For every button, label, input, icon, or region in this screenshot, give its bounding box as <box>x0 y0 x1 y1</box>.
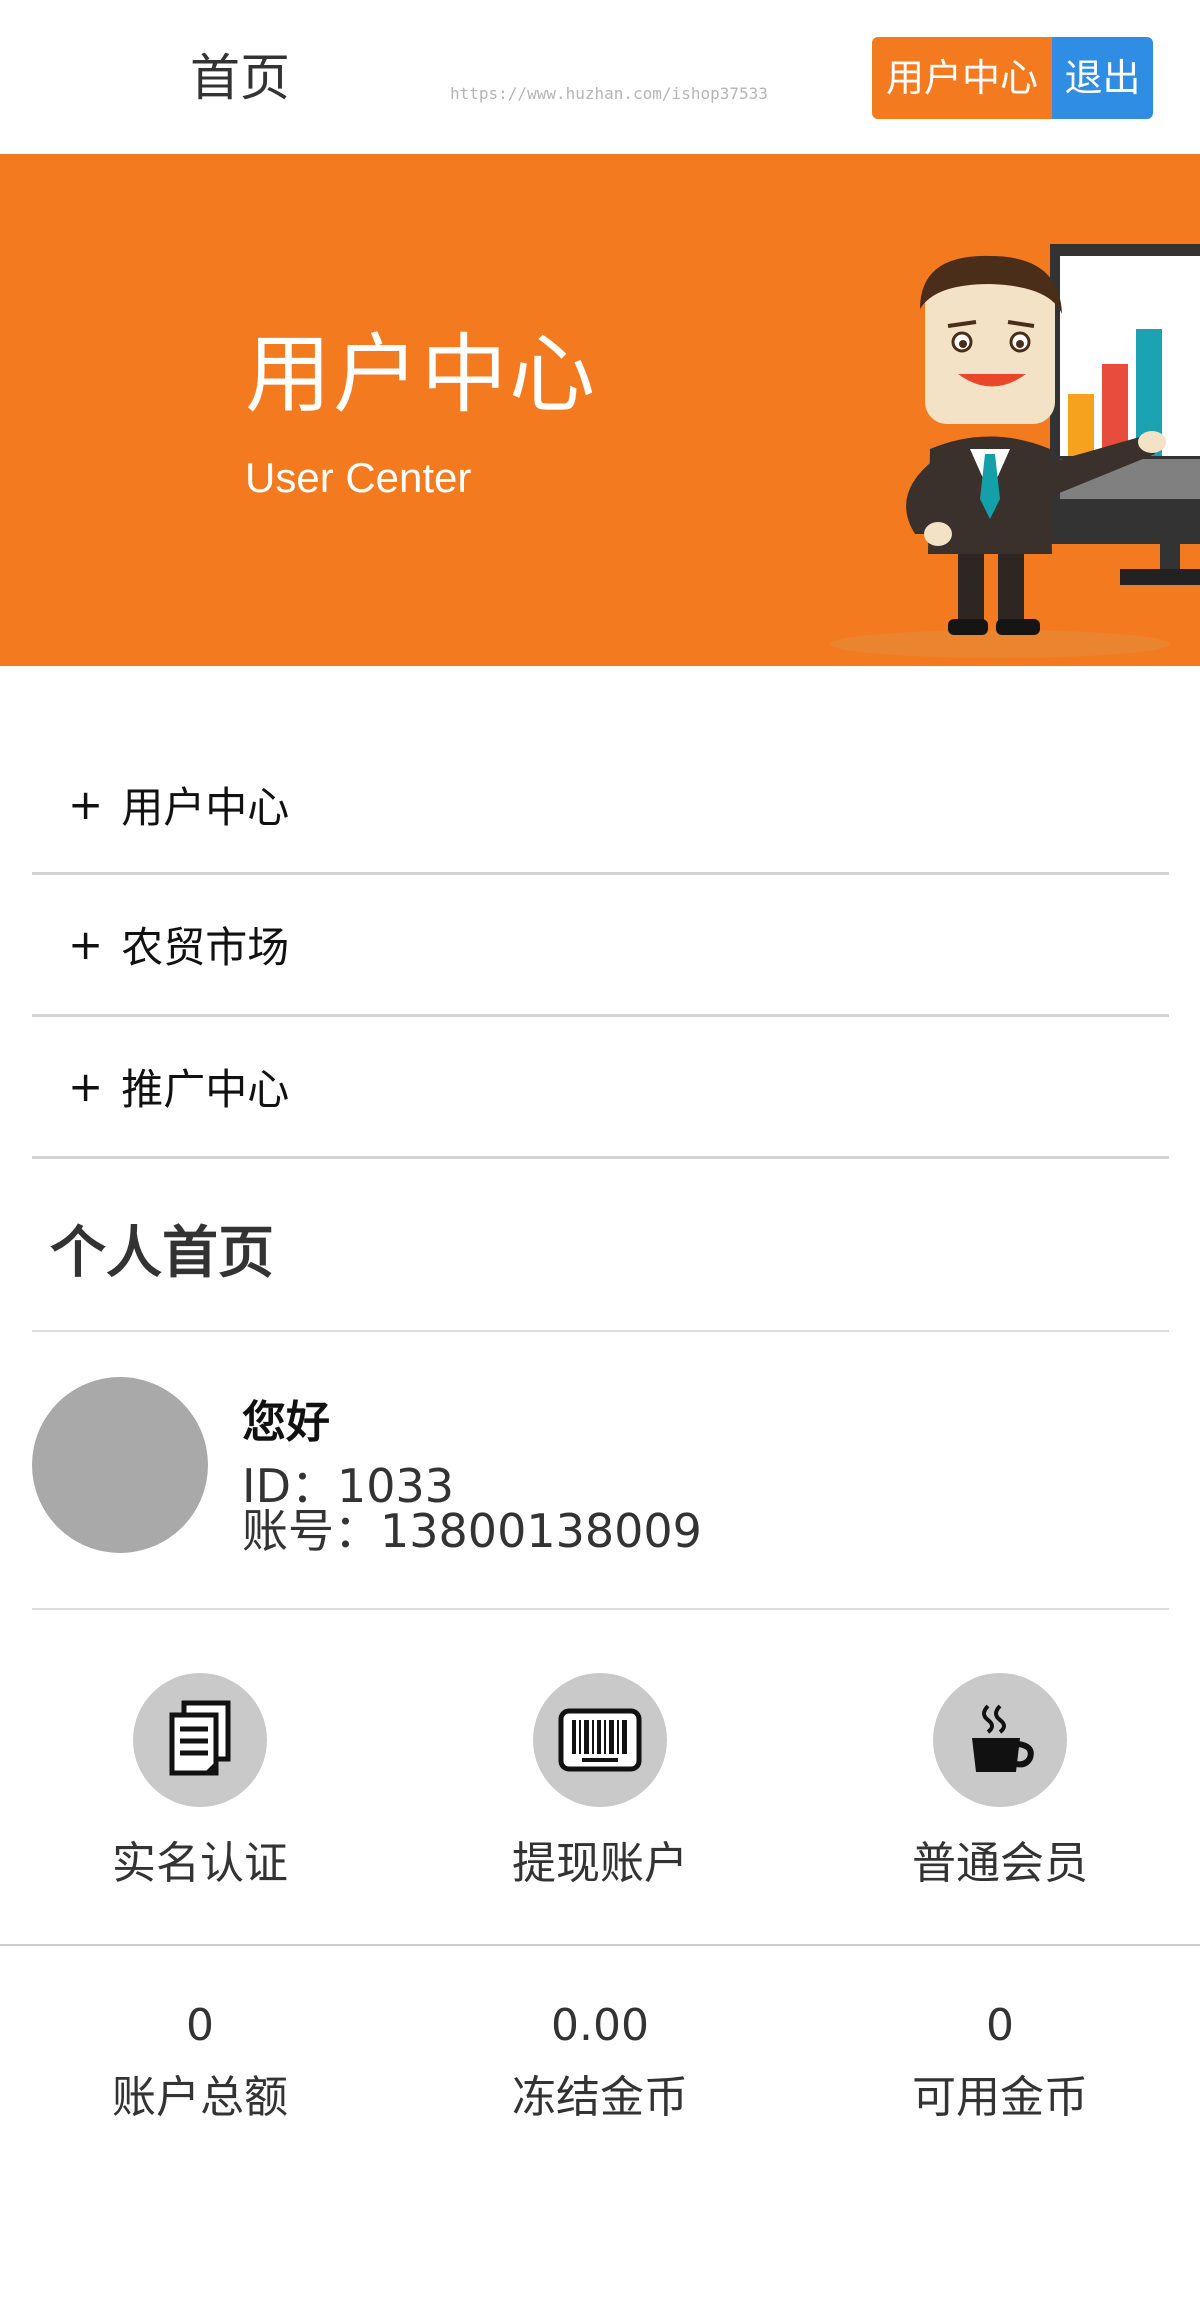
stat-value: 0.00 <box>551 2000 649 2051</box>
real-name-verification-button[interactable]: 实名认证 <box>70 1673 330 1891</box>
header-button-group: 用户中心 退出 <box>872 37 1153 119</box>
expand-plus-icon: + <box>68 1062 104 1111</box>
watermark-text: https://www.huzhan.com/ishop37533 <box>450 84 768 103</box>
expand-plus-icon: + <box>68 780 104 829</box>
stat-label: 可用金币 <box>912 2072 1088 2123</box>
withdrawal-account-button[interactable]: 提现账户 <box>470 1673 730 1891</box>
logout-button[interactable]: 退出 <box>1052 37 1153 119</box>
action-icon-circle <box>533 1673 667 1807</box>
stat-value: 0 <box>186 2000 214 2051</box>
action-label: 提现账户 <box>512 1838 688 1889</box>
menu-item-label: 农贸市场 <box>121 923 290 972</box>
top-header: 首页 https://www.huzhan.com/ishop37533 用户中… <box>0 0 1200 154</box>
menu-item-farm-market[interactable]: + 农贸市场 <box>32 875 1169 1017</box>
section-title: 个人首页 <box>50 1221 274 1286</box>
expand-plus-icon: + <box>68 920 104 969</box>
avatar[interactable] <box>32 1377 208 1553</box>
document-icon <box>169 1700 231 1776</box>
stat-label: 冻结金币 <box>512 2072 688 2123</box>
banner-title: 用户中心 <box>245 325 597 425</box>
businessman-illustration <box>830 244 1200 658</box>
user-center-banner: 用户中心 User Center <box>0 154 1200 666</box>
action-label: 实名认证 <box>112 1838 288 1889</box>
stat-frozen-coins: 0.00 冻结金币 <box>470 2000 730 2125</box>
collapsible-menu: + 用户中心 + 农贸市场 + 推广中心 <box>32 737 1169 1159</box>
stat-total-balance: 0 账户总额 <box>70 2000 330 2125</box>
menu-item-user-center[interactable]: + 用户中心 <box>32 737 1169 875</box>
barcode-icon <box>558 1708 642 1772</box>
user-center-button[interactable]: 用户中心 <box>872 37 1052 119</box>
section-divider <box>32 1330 1169 1332</box>
menu-item-label: 推广中心 <box>121 1065 290 1114</box>
action-label: 普通会员 <box>912 1838 1088 1889</box>
page-title[interactable]: 首页 <box>190 38 290 110</box>
action-icon-circle <box>133 1673 267 1807</box>
greeting-text: 您好 <box>242 1397 330 1448</box>
stat-value: 0 <box>986 2000 1014 2051</box>
action-icon-circle <box>933 1673 1067 1807</box>
banner-subtitle: User Center <box>245 454 472 501</box>
coffee-cup-icon <box>972 1704 1034 1772</box>
menu-item-label: 用户中心 <box>121 783 290 832</box>
menu-item-promotion-center[interactable]: + 推广中心 <box>32 1017 1169 1159</box>
account-number-text: 账号：13800138009 <box>242 1504 702 1558</box>
full-width-divider <box>0 1944 1200 1946</box>
stat-available-coins: 0 可用金币 <box>870 2000 1130 2125</box>
profile-divider <box>32 1608 1169 1610</box>
stat-label: 账户总额 <box>112 2072 288 2123</box>
regular-member-button[interactable]: 普通会员 <box>870 1673 1130 1891</box>
